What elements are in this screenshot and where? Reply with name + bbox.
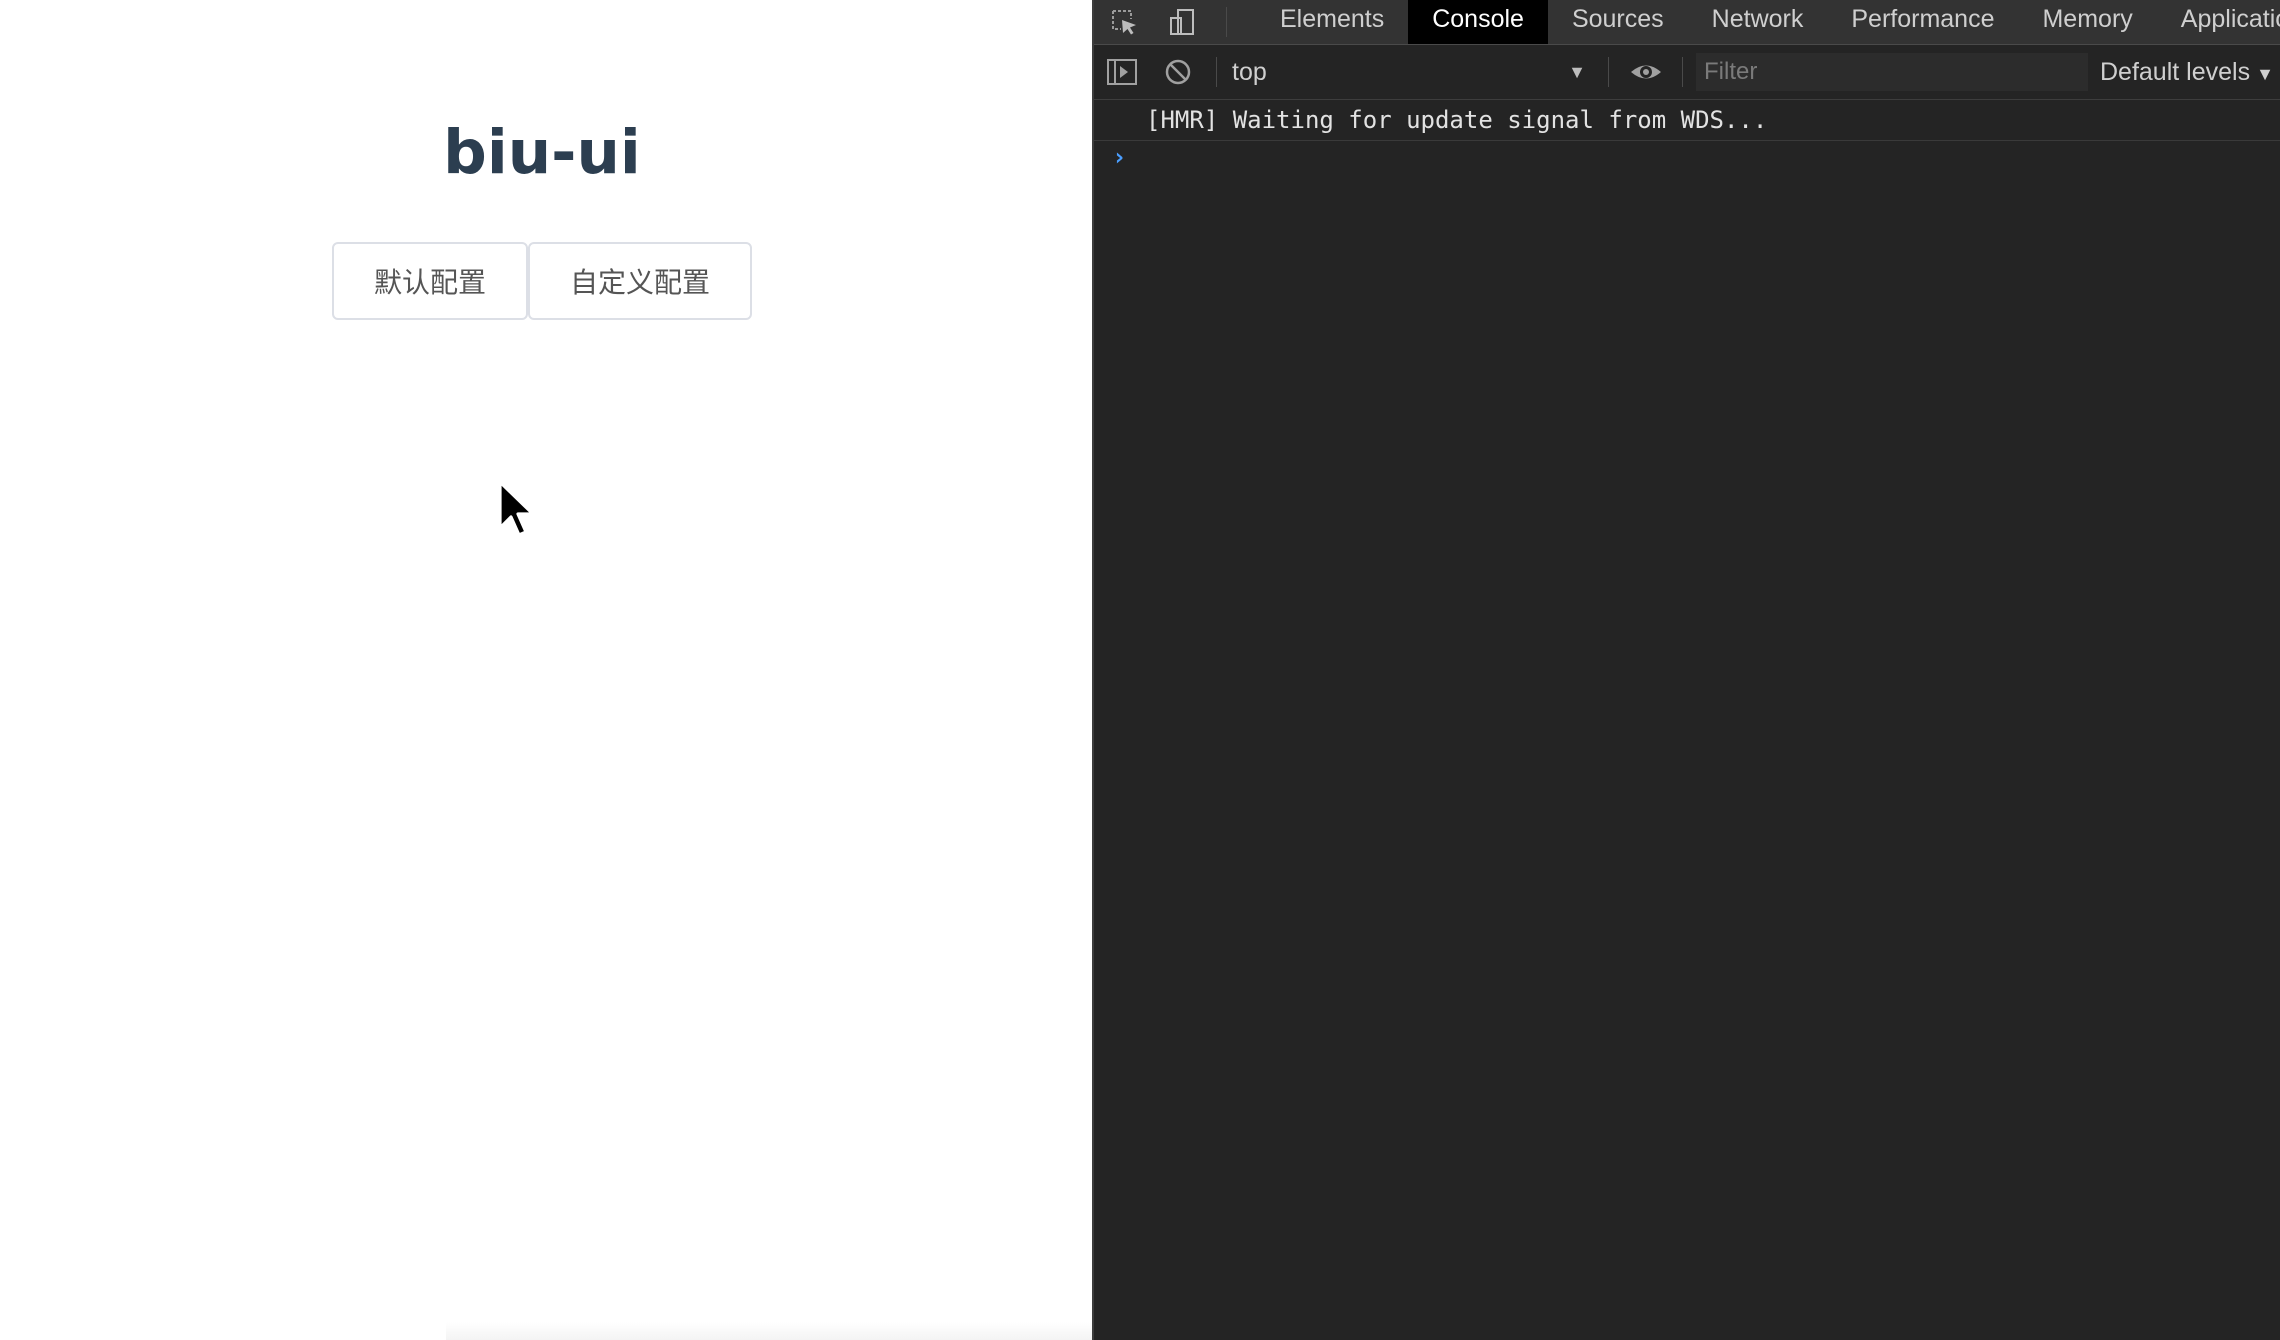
tab-sources[interactable]: Sources (1548, 0, 1688, 44)
default-config-button[interactable]: 默认配置 (332, 242, 528, 320)
tabbar-separator (1226, 7, 1227, 37)
console-prompt[interactable]: › (1094, 141, 2280, 181)
show-sidebar-icon[interactable] (1104, 54, 1140, 90)
dropdown-arrow-icon: ▼ (2256, 64, 2274, 84)
toolbar-separator (1216, 57, 1217, 87)
mouse-cursor-icon (498, 480, 535, 537)
button-group: 默认配置 自定义配置 (332, 242, 752, 322)
context-value: top (1232, 58, 1267, 86)
tab-elements[interactable]: Elements (1256, 0, 1408, 44)
log-levels-dropdown[interactable]: Default levels ▼ (2100, 53, 2274, 91)
tab-performance[interactable]: Performance (1827, 0, 2018, 44)
dropdown-arrow-icon: ▼ (1568, 62, 1586, 82)
toolbar-separator (1608, 57, 1609, 87)
console-output[interactable]: [HMR] Waiting for update signal from WDS… (1094, 100, 2280, 1340)
custom-config-button[interactable]: 自定义配置 (528, 242, 752, 320)
live-expression-eye-icon[interactable] (1628, 54, 1664, 90)
log-levels-label: Default levels (2100, 58, 2251, 86)
app-page: biu-ui 默认配置 自定义配置 (0, 0, 1092, 1340)
devtools-panel: Elements Console Sources Network Perform… (1092, 0, 2280, 1340)
console-toolbar: top ▼ Default levels▼ (1094, 45, 2280, 100)
screen: biu-ui 默认配置 自定义配置 Elements Console Sourc… (0, 0, 2280, 1340)
tab-console[interactable]: Console (1408, 0, 1548, 44)
toolbar-separator (1682, 57, 1683, 87)
devtools-tabbar: Elements Console Sources Network Perform… (1094, 0, 2280, 45)
tab-application[interactable]: Application (2157, 0, 2280, 44)
prompt-chevron-icon: › (1112, 143, 1127, 171)
clear-console-icon[interactable] (1160, 54, 1196, 90)
context-selector[interactable]: top ▼ (1228, 53, 1596, 91)
page-bottom-edge (446, 1322, 1092, 1340)
inspect-element-icon[interactable] (1106, 4, 1142, 40)
tab-memory[interactable]: Memory (2018, 0, 2156, 44)
page-title: biu-ui (443, 117, 641, 188)
devtools-tabs: Elements Console Sources Network Perform… (1256, 0, 2280, 44)
device-toolbar-icon[interactable] (1164, 4, 1200, 40)
tab-network[interactable]: Network (1688, 0, 1828, 44)
console-message: [HMR] Waiting for update signal from WDS… (1094, 100, 2280, 141)
console-input[interactable] (1146, 141, 2246, 181)
filter-input[interactable] (1696, 53, 2088, 91)
